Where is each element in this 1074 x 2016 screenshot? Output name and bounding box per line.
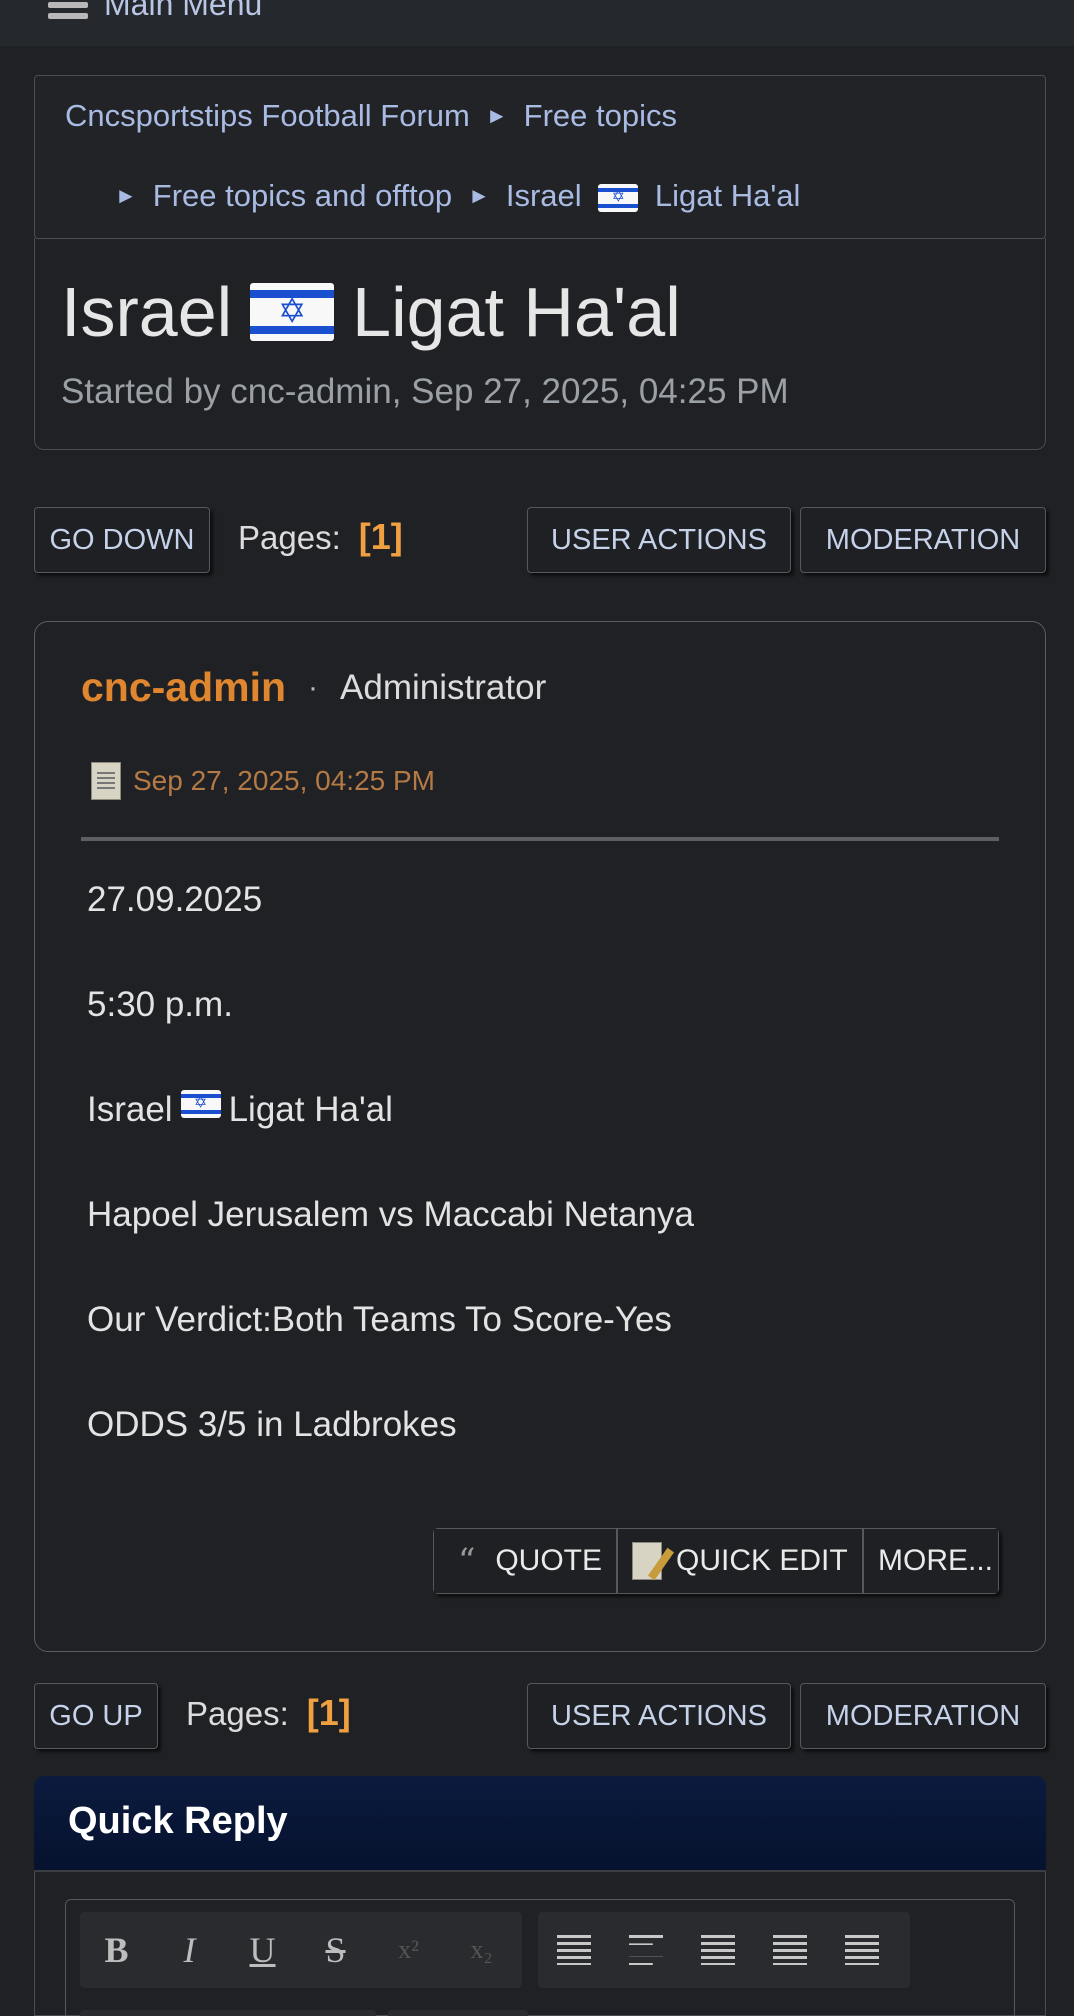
post-line-league: Israel ✡ Ligat Ha'al (87, 1090, 987, 1195)
align-toolbar-group (538, 1912, 910, 1988)
post-divider (81, 837, 999, 841)
pages-label: Pages: (238, 519, 341, 556)
topic-header: Israel ✡ Ligat Ha'al Started by cnc-admi… (34, 238, 1046, 450)
separator-dot: · (308, 670, 319, 704)
underline-button[interactable]: U (226, 1929, 299, 1971)
league-prefix: Israel (87, 1090, 173, 1129)
title-suffix: Ligat Ha'al (352, 273, 681, 351)
breadcrumb-free-topics-link[interactable]: Free topics (524, 98, 677, 134)
superscript-button[interactable]: x² (372, 1935, 445, 1965)
page-title: Israel ✡ Ligat Ha'al (61, 272, 681, 352)
title-prefix: Israel (61, 273, 233, 351)
post-line-odds: ODDS 3/5 in Ladbrokes (87, 1405, 457, 1444)
align-center-icon[interactable] (701, 1935, 735, 1965)
toolbar-row-2 (388, 2010, 528, 2016)
breadcrumb-forum-link[interactable]: Cncsportstips Football Forum (65, 98, 470, 134)
post-line-verdict: Our Verdict:Both Teams To Score-Yes (87, 1300, 672, 1339)
page-number-link[interactable]: [1] (307, 1692, 351, 1734)
format-toolbar-group: B I U S x² x₂ (80, 1912, 522, 1988)
league-suffix: Ligat Ha'al (228, 1090, 393, 1129)
pagination: Pages: [1] (186, 1692, 351, 1734)
edit-icon (632, 1542, 662, 1580)
israel-flag-icon: ✡ (250, 283, 335, 341)
moderation-button[interactable]: MODERATION (800, 507, 1046, 573)
post-line-time: 5:30 p.m. (87, 985, 233, 1024)
breadcrumb-topic-link[interactable]: Israel ✡ Ligat Ha'al (506, 178, 801, 214)
post-date-link[interactable]: Sep 27, 2025, 04:25 PM (91, 762, 435, 800)
quote-button[interactable]: “ QUOTE (434, 1529, 616, 1593)
align-center-icon[interactable] (557, 1935, 591, 1965)
breadcrumb-topic-prefix: Israel (505, 178, 582, 213)
post-body: 27.09.2025 5:30 p.m. Israel ✡ Ligat Ha'a… (87, 880, 987, 1510)
breadcrumb-arrow-icon: ► (115, 183, 137, 208)
user-actions-button[interactable]: USER ACTIONS (527, 507, 791, 573)
breadcrumb-row-1: Cncsportstips Football Forum ► Free topi… (65, 98, 677, 134)
post-author-line: cnc-admin · Administrator (81, 664, 546, 711)
pages-label: Pages: (186, 1695, 289, 1732)
post-date-text: Sep 27, 2025, 04:25 PM (133, 765, 435, 796)
user-actions-button[interactable]: USER ACTIONS (527, 1683, 791, 1749)
post-actions: “ QUOTE QUICK EDIT MORE... (433, 1528, 999, 1594)
page-number-link[interactable]: [1] (359, 516, 403, 558)
post-line-match: Hapoel Jerusalem vs Maccabi Netanya (87, 1195, 694, 1234)
italic-button[interactable]: I (153, 1929, 226, 1971)
more-button[interactable]: MORE... (862, 1529, 998, 1593)
post-author-link[interactable]: cnc-admin (81, 664, 286, 711)
toolbar-row-2 (80, 2010, 376, 2016)
editor-toolbar: B I U S x² x₂ (65, 1899, 1015, 2016)
quick-reply-header: Quick Reply (34, 1776, 1046, 1872)
bold-button[interactable]: B (80, 1929, 153, 1971)
breadcrumb: Cncsportstips Football Forum ► Free topi… (34, 75, 1046, 239)
israel-flag-icon: ✡ (180, 1090, 221, 1118)
post-card: cnc-admin · Administrator Sep 27, 2025, … (34, 621, 1046, 1652)
post-line-date: 27.09.2025 (87, 880, 263, 919)
quick-reply-panel: B I U S x² x₂ (34, 1872, 1046, 2016)
quote-icon: “ (457, 1541, 476, 1581)
breadcrumb-offtop-link[interactable]: Free topics and offtop (153, 178, 452, 214)
moderation-button[interactable]: MODERATION (800, 1683, 1046, 1749)
breadcrumb-arrow-icon: ► (468, 183, 490, 208)
quick-edit-label: QUICK EDIT (676, 1544, 848, 1577)
breadcrumb-topic-suffix: Ligat Ha'al (654, 178, 801, 213)
align-left-icon[interactable] (629, 1935, 663, 1965)
pagination: Pages: [1] (238, 516, 403, 558)
post-author-role: Administrator (340, 667, 547, 707)
subscript-button[interactable]: x₂ (445, 1935, 518, 1965)
israel-flag-icon: ✡ (598, 183, 639, 212)
align-right-icon[interactable] (773, 1935, 807, 1965)
quick-edit-button[interactable]: QUICK EDIT (616, 1529, 862, 1593)
main-menu-label: Main Menu (104, 0, 263, 22)
breadcrumb-row-2: ► Free topics and offtop ► Israel ✡ Liga… (85, 178, 800, 214)
main-menu-button[interactable]: Main Menu (48, 0, 262, 23)
align-justify-icon[interactable] (845, 1935, 879, 1965)
breadcrumb-arrow-icon: ► (485, 103, 508, 128)
go-up-button[interactable]: GO UP (34, 1683, 158, 1749)
go-down-button[interactable]: GO DOWN (34, 507, 210, 573)
top-bar: Main Menu (0, 0, 1074, 46)
hamburger-icon (48, 0, 88, 19)
topic-started-by: Started by cnc-admin, Sep 27, 2025, 04:2… (61, 372, 789, 411)
document-icon (91, 762, 121, 800)
strikethrough-button[interactable]: S (299, 1929, 372, 1971)
quick-reply-title: Quick Reply (68, 1800, 288, 1842)
quote-label: QUOTE (495, 1544, 602, 1577)
